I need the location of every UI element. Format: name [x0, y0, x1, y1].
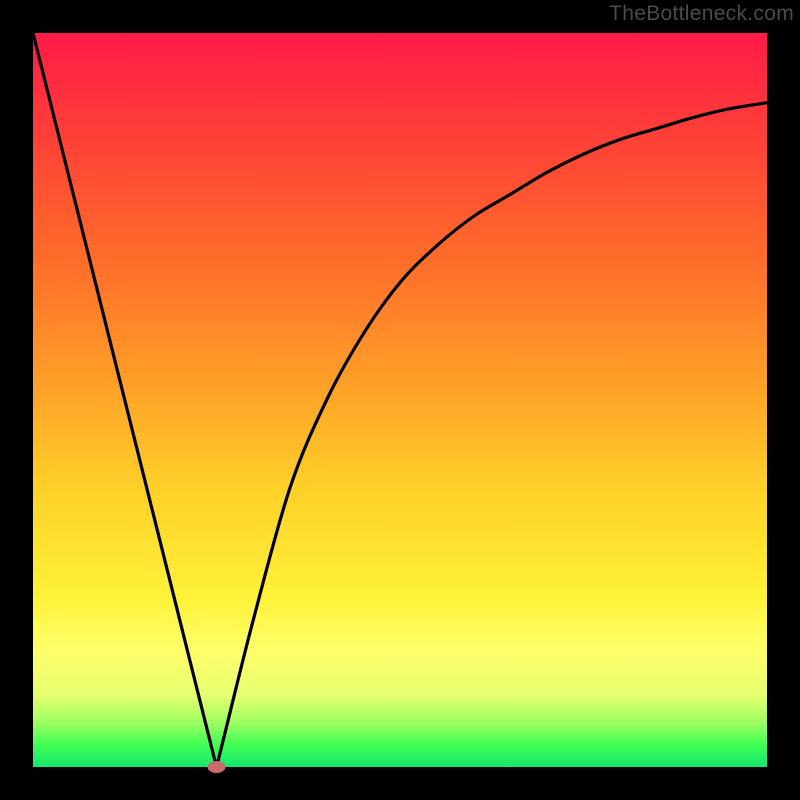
- plot-area: [33, 33, 767, 767]
- bottleneck-curve: [33, 33, 767, 767]
- chart-frame: TheBottleneck.com: [0, 0, 800, 800]
- watermark-text: TheBottleneck.com: [609, 2, 794, 26]
- minimum-marker: [208, 761, 226, 773]
